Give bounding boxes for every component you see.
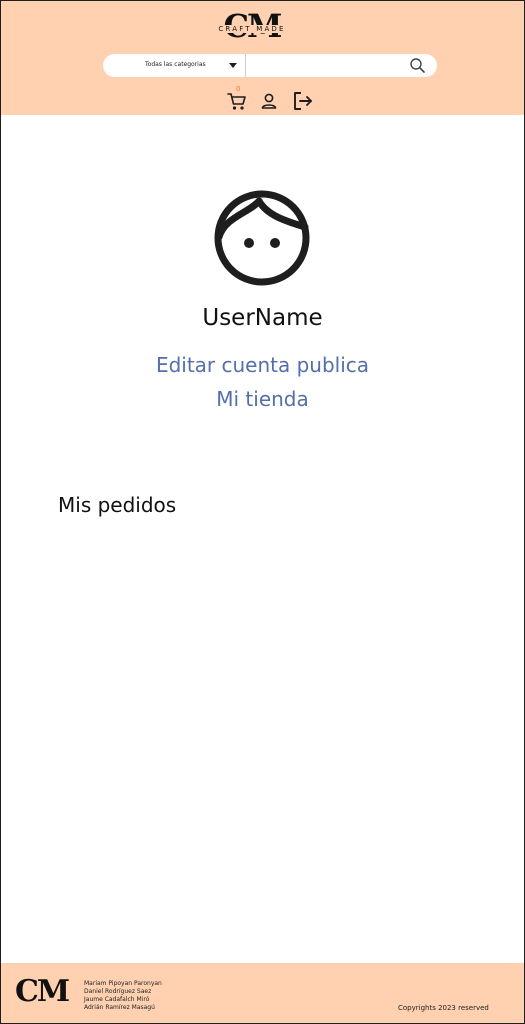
avatar [213,189,311,287]
username: UserName [202,305,323,331]
face-icon [214,190,310,286]
cart-count-badge: 0 [236,85,241,93]
search-icon [410,58,425,73]
orders-title: Mis pedidos [58,493,177,517]
logo[interactable]: CM CRAFT MADE [207,8,297,46]
search-bar: Todas las categorias [103,54,437,77]
header: CM CRAFT MADE Todas las categorias 0 [1,1,524,115]
category-selected-label: Todas las categorias [145,61,206,68]
cart-button[interactable]: 0 [227,85,247,115]
account-button[interactable] [260,91,278,115]
search-button[interactable] [407,56,429,75]
my-store-link[interactable]: Mi tienda [1,387,524,411]
search-input[interactable] [247,56,409,77]
footer-logo: CM [15,974,70,1009]
authors-list: Mariam Pipoyan Paronyan Daniel Rodríguez… [84,980,162,1012]
edit-public-account-link[interactable]: Editar cuenta publica [1,353,524,377]
page: CM CRAFT MADE Todas las categorias 0 [0,0,525,1024]
footer: CM Mariam Pipoyan Paronyan Daniel Rodríg… [1,963,524,1023]
author-name: Mariam Pipoyan Paronyan [84,980,162,987]
user-icon [261,93,277,109]
author-name: Adrián Ramírez Masagú [84,1004,155,1011]
category-select[interactable]: Todas las categorias [103,54,246,77]
logo-tagline: CRAFT MADE [217,25,287,33]
logout-button[interactable] [292,90,314,116]
logout-icon [294,92,312,110]
caret-down-icon [229,63,237,68]
copyright-text: Copyrights 2023 reserved [398,1004,489,1012]
author-name: Jaume Cadafalch Miró [84,996,150,1003]
author-name: Daniel Rodríguez Saez [84,988,152,995]
